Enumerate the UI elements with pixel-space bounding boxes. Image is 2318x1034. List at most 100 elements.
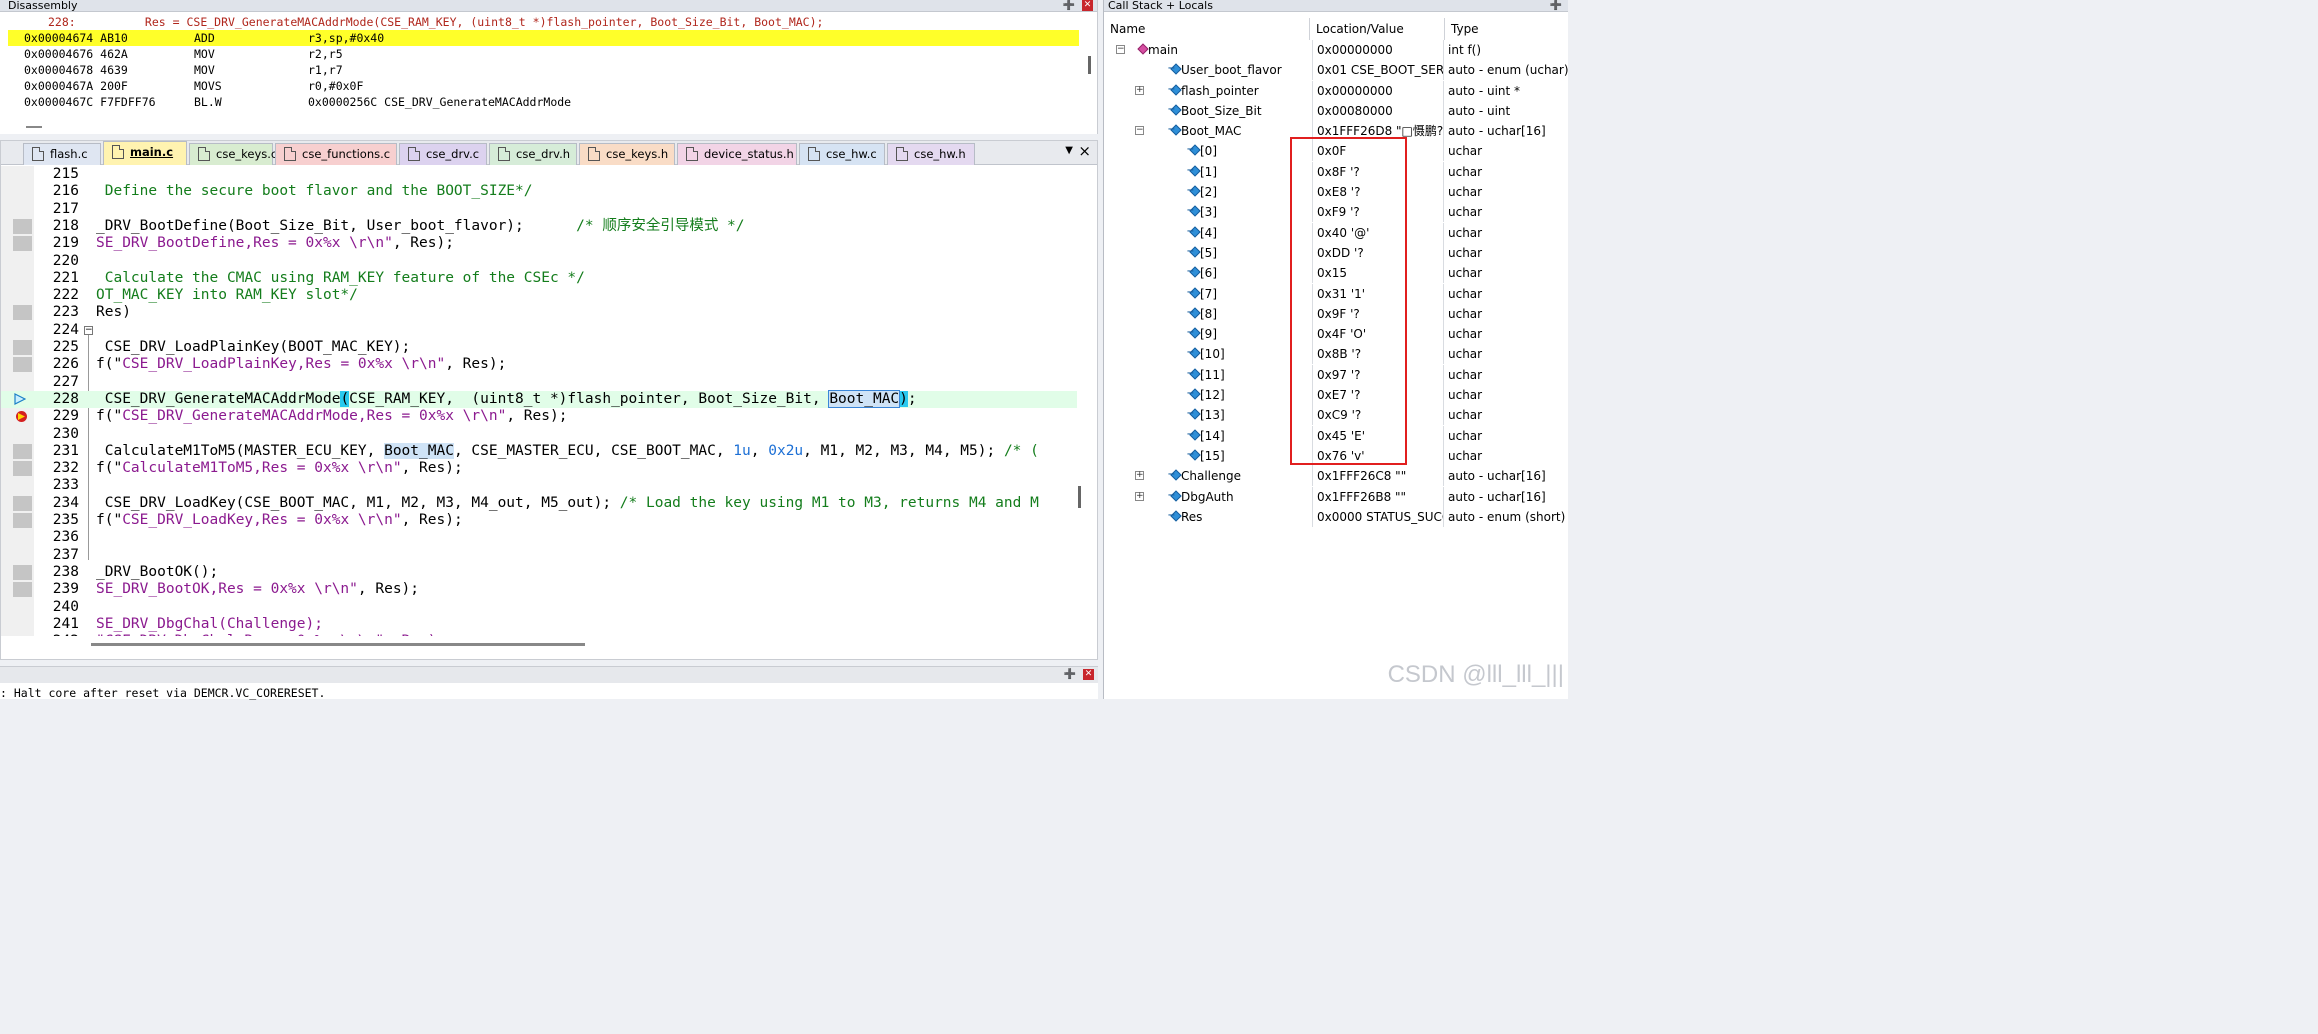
variable-value[interactable]: 0x00080000 xyxy=(1312,100,1443,121)
breakpoint-line-marker[interactable] xyxy=(13,340,32,355)
variable-label: flash_pointer xyxy=(1181,83,1259,98)
expand-icon[interactable]: + xyxy=(1135,471,1144,481)
disassembly-title: Disassembly xyxy=(8,0,78,12)
tab-cse_hw-h[interactable]: cse_hw.h xyxy=(887,143,975,165)
expand-icon[interactable]: + xyxy=(1135,85,1144,95)
locals-row[interactable]: User_boot_flavor 0x01 CSE_BOOT_SERIALauto… xyxy=(1104,60,1569,81)
variable-value[interactable]: 0x1FFF26B8 "" xyxy=(1312,486,1443,507)
variable-value[interactable]: 0x00000000 xyxy=(1312,80,1443,101)
code-line[interactable]: 222 OT_MAC_KEY into RAM_KEY slot*/ xyxy=(1,287,1077,304)
close-icon[interactable]: ✕ xyxy=(1082,0,1093,11)
collapse-icon[interactable]: − xyxy=(1135,126,1144,136)
code-line[interactable]: 221 Calculate the CMAC using RAM_KEY fea… xyxy=(1,270,1077,287)
line-number: 239 xyxy=(52,581,79,598)
tab-cse_drv-c[interactable]: cse_drv.c xyxy=(399,143,487,165)
disassembly-row[interactable]: 0x00004678 4639 MOV r1,r7 xyxy=(8,62,1079,78)
code-line[interactable]: 227 xyxy=(1,374,1077,391)
locals-row[interactable]: Boot_Size_Bit 0x00080000 auto - uint xyxy=(1104,100,1568,121)
close-tab-icon[interactable]: × xyxy=(1078,142,1091,160)
collapse-icon[interactable]: − xyxy=(1116,45,1125,54)
tab-cse_keys-c[interactable]: cse_keys.c xyxy=(189,143,277,165)
tab-cse_functions-c[interactable]: cse_functions.c xyxy=(275,143,397,165)
variable-icon xyxy=(1170,104,1182,116)
locals-row[interactable]: + flash_pointer 0x00000000 auto - uint * xyxy=(1104,80,1568,101)
code-line[interactable]: 219 SE_DRV_BootDefine,Res = 0x%x \r\n", R… xyxy=(1,235,1077,252)
disassembly-row[interactable]: 0x0000467A 200F MOVS r0,#0x0F xyxy=(8,78,1079,94)
breakpoint-line-marker[interactable] xyxy=(13,305,32,321)
locals-row[interactable]: + DbgAuth 0x1FFF26B8 "" auto - uchar[16] xyxy=(1104,486,1568,507)
code-line[interactable]: 226 f("CSE_DRV_LoadPlainKey,Res = 0x%x \r… xyxy=(1,356,1077,373)
tab-main-c[interactable]: main.c xyxy=(103,141,187,165)
code-line[interactable]: 241 SE_DRV_DbgChal(Challenge); xyxy=(1,616,1077,633)
tab-flash-c[interactable]: flash.c xyxy=(23,143,101,165)
editor-vscrollbar[interactable] xyxy=(1078,486,1081,508)
variable-value[interactable]: 0x0000 STATUS_SUCC... xyxy=(1312,506,1443,527)
code-line[interactable]: 238 _DRV_BootOK(); xyxy=(1,564,1077,581)
code-line[interactable]: 235 f("CSE_DRV_LoadKey,Res = 0x%x \r\n", … xyxy=(1,512,1077,529)
breakpoint-line-marker[interactable] xyxy=(13,357,32,373)
code-line[interactable]: 229 f("CSE_DRV_GenerateMACAddrMode,Res = … xyxy=(1,408,1077,425)
code-line[interactable]: 236 xyxy=(1,529,1077,546)
breakpoint-line-marker[interactable] xyxy=(13,582,32,598)
code-area[interactable]: 215 216 Define the secure boot flavor and… xyxy=(1,166,1097,636)
editor-hscrollbar[interactable] xyxy=(91,643,585,646)
tab-cse_drv-h[interactable]: cse_drv.h xyxy=(489,143,577,165)
pin-icon[interactable]: ➕ xyxy=(1063,0,1075,11)
breakpoint-icon[interactable] xyxy=(16,411,27,423)
breakpoint-line-marker[interactable] xyxy=(13,218,32,234)
code-line[interactable]: 215 xyxy=(1,166,1077,183)
disassembly-hscrollbar[interactable] xyxy=(26,126,42,128)
column-header-type[interactable]: Type xyxy=(1445,18,1569,40)
disassembly-scrollbar[interactable] xyxy=(1088,56,1091,74)
variable-value[interactable]: 0x01 CSE_BOOT_SERIAL xyxy=(1312,60,1443,81)
variable-label: [15] xyxy=(1200,448,1225,463)
code-line[interactable]: 216 Define the secure boot flavor and th… xyxy=(1,183,1077,200)
code-line[interactable]: 231 CalculateM1ToM5(MASTER_ECU_KEY, Boot… xyxy=(1,442,1077,460)
column-header-name[interactable]: Name xyxy=(1104,18,1310,40)
code-line[interactable]: 237 xyxy=(1,547,1077,564)
tab-cse_hw-c[interactable]: cse_hw.c xyxy=(799,143,885,165)
code-line[interactable]: 230 xyxy=(1,426,1077,443)
code-line[interactable]: 224 xyxy=(1,322,1077,339)
code-line[interactable]: 228 CSE_DRV_GenerateMACAddrMode(CSE_RAM_… xyxy=(1,389,1077,409)
breakpoint-line-marker[interactable] xyxy=(13,564,32,580)
expand-icon[interactable]: + xyxy=(1135,491,1144,501)
variable-name: User_boot_flavor xyxy=(1137,60,1282,80)
tab-device_status-h[interactable]: device_status.h xyxy=(677,143,797,165)
code-line[interactable]: 218 _DRV_BootDefine(Boot_Size_Bit, User_b… xyxy=(1,218,1077,235)
breakpoint-line-marker[interactable] xyxy=(13,443,32,459)
code-line[interactable]: 225 CSE_DRV_LoadPlainKey(BOOT_MAC_KEY); xyxy=(1,339,1077,356)
tab-cse_keys-h[interactable]: cse_keys.h xyxy=(579,143,675,165)
code-line[interactable]: 242 "CSE_DRV_DbgChal,Res = 0x%x \r\n", Re… xyxy=(1,633,1077,636)
code-line[interactable]: 232 f("CalculateM1ToM5,Res = 0x%x \r\n", … xyxy=(1,460,1077,477)
locals-row[interactable]: − main 0x00000000 int f() xyxy=(1104,40,1568,60)
code-line[interactable]: 240 xyxy=(1,599,1077,616)
disassembly-listing[interactable]: 228: Res = CSE_DRV_GenerateMACAddrMode(C… xyxy=(8,14,1079,126)
breakpoint-line-marker[interactable] xyxy=(13,236,32,252)
code-line[interactable]: 217 xyxy=(1,201,1077,218)
code-line[interactable]: 220 xyxy=(1,253,1077,270)
tab-list-dropdown-icon[interactable]: ▼ xyxy=(1065,145,1073,156)
code-line[interactable]: 223 Res) xyxy=(1,304,1077,321)
locals-row[interactable]: Res 0x0000 STATUS_SUCC...auto - enum (sho… xyxy=(1104,506,1568,527)
variable-value[interactable]: 0x1FFF26C8 "" xyxy=(1312,466,1443,487)
fold-toggle-icon[interactable]: − xyxy=(84,325,93,335)
pin-icon[interactable]: ➕ xyxy=(1550,0,1562,11)
breakpoint-line-marker[interactable] xyxy=(13,461,32,477)
pin-icon[interactable]: ➕ xyxy=(1064,669,1076,680)
code-text: f("CSE_DRV_GenerateMACAddrMode,Res = 0x%… xyxy=(96,408,567,425)
column-header-value[interactable]: Location/Value xyxy=(1310,18,1445,40)
code-line[interactable]: 233 xyxy=(1,477,1077,494)
code-line[interactable]: 234 CSE_DRV_LoadKey(CSE_BOOT_MAC, M1, M2… xyxy=(1,495,1077,512)
variable-value[interactable]: 0x00000000 xyxy=(1312,40,1443,60)
disassembly-row[interactable]: 0x00004674 AB10 ADD r3,sp,#0x40 xyxy=(8,30,1079,46)
disassembly-row[interactable]: 0x00004676 462A MOV r2,r5 xyxy=(8,46,1079,62)
code-line[interactable]: 239 SE_DRV_BootOK,Res = 0x%x \r\n", Res); xyxy=(1,581,1077,598)
breakpoint-line-marker[interactable] xyxy=(13,495,32,511)
disassembly-row[interactable]: 0x0000467C F7FDFF76 BL.W 0x0000256C CSE_DR… xyxy=(8,94,1079,110)
code-token: CSE_RAM_KEY, (uint8_t *)flash_pointer, B… xyxy=(349,390,830,407)
locals-row[interactable]: + Challenge 0x1FFF26C8 "" auto - uchar[16] xyxy=(1104,466,1568,487)
breakpoint-line-marker[interactable] xyxy=(13,513,32,528)
close-icon[interactable]: ✕ xyxy=(1083,669,1094,680)
code-string: "CSE_DRV_DbgChal,Res = 0x%x \r\n", Res); xyxy=(96,633,445,636)
